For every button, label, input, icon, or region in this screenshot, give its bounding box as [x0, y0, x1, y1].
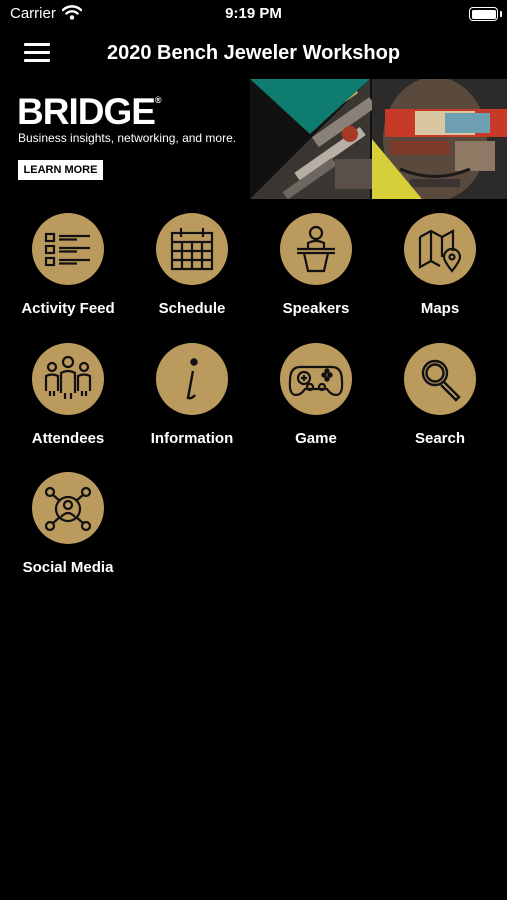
battery-icon — [469, 7, 498, 21]
maps-label: Maps — [420, 300, 460, 317]
search-label: Search — [414, 430, 466, 447]
status-bar: Carrier 9:19 PM — [0, 0, 507, 30]
search-icon — [404, 343, 476, 415]
banner-tagline: Business insights, networking, and more. — [18, 131, 237, 145]
information-label: Information — [150, 430, 234, 447]
bridge-banner-ad[interactable]: BRIDGE® Business insights, networking, a… — [0, 79, 507, 199]
maps-tile[interactable]: Maps — [378, 213, 502, 333]
social-media-label: Social Media — [22, 559, 114, 576]
social-media-tile[interactable]: Social Media — [6, 472, 130, 592]
schedule-label: Schedule — [158, 300, 226, 317]
map-icon — [404, 213, 476, 285]
people-icon — [32, 343, 104, 415]
game-label: Game — [295, 430, 337, 447]
information-tile[interactable]: Information — [130, 343, 254, 463]
attendees-label: Attendees — [31, 430, 105, 447]
game-tile[interactable]: Game — [254, 343, 378, 463]
list-icon — [32, 213, 104, 285]
nav-bar: 2020 Bench Jeweler Workshop — [0, 30, 507, 76]
attendees-tile[interactable]: Attendees — [6, 343, 130, 463]
gamepad-icon — [280, 343, 352, 415]
bridge-logo: BRIDGE® — [17, 91, 161, 132]
speakers-tile[interactable]: Speakers — [254, 213, 378, 333]
clock: 9:19 PM — [225, 5, 282, 22]
schedule-tile[interactable]: Schedule — [130, 213, 254, 333]
calendar-icon — [156, 213, 228, 285]
activity-feed-tile[interactable]: Activity Feed — [6, 213, 130, 333]
search-tile[interactable]: Search — [378, 343, 502, 463]
speakers-label: Speakers — [282, 300, 350, 317]
page-title: 2020 Bench Jeweler Workshop — [106, 42, 401, 64]
learn-more-button[interactable]: LEARN MORE — [18, 160, 103, 180]
podium-icon — [280, 213, 352, 285]
banner-artwork — [250, 79, 507, 199]
info-icon — [156, 343, 228, 415]
activity-feed-label: Activity Feed — [21, 300, 115, 317]
network-icon — [32, 472, 104, 544]
